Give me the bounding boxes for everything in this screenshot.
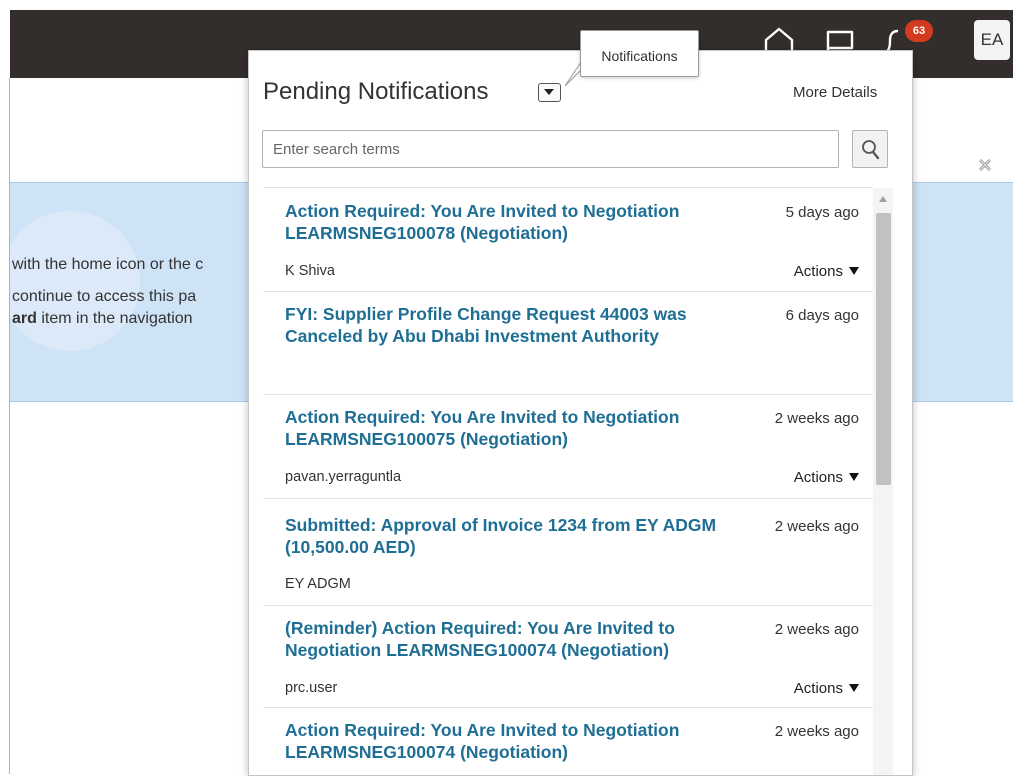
notification-row: Action Required: You Are Invited to Nego… <box>263 708 873 775</box>
title-dropdown-button[interactable] <box>538 83 561 102</box>
pending-notifications-popup: Pending Notifications More Details Actio… <box>248 50 913 776</box>
notification-title[interactable]: Action Required: You Are Invited to Nego… <box>285 200 745 244</box>
notification-time: 2 weeks ago <box>774 621 859 638</box>
notification-title[interactable]: FYI: Supplier Profile Change Request 440… <box>285 303 745 347</box>
popup-title: Pending Notifications <box>263 78 489 105</box>
close-icon[interactable] <box>978 158 992 172</box>
notification-sender: prc.user <box>285 680 338 696</box>
notification-row: (Reminder) Action Required: You Are Invi… <box>263 606 873 708</box>
search-input[interactable] <box>262 130 839 168</box>
notification-row: FYI: Supplier Profile Change Request 440… <box>263 291 873 395</box>
notification-title[interactable]: Action Required: You Are Invited to Nego… <box>285 719 745 763</box>
notification-sender: EY ADGM <box>285 576 351 592</box>
notification-row: Action Required: You Are Invited to Nego… <box>263 395 873 499</box>
notification-sender: K Shiva <box>285 263 335 279</box>
notification-title[interactable]: Action Required: You Are Invited to Nego… <box>285 406 745 450</box>
notification-title[interactable]: Submitted: Approval of Invoice 1234 from… <box>285 514 745 558</box>
notification-row: Action Required: You Are Invited to Nego… <box>263 188 873 292</box>
actions-menu-button[interactable]: Actions <box>794 469 859 486</box>
caret-down-icon <box>849 473 859 481</box>
scroll-up-arrow-icon[interactable] <box>879 196 887 202</box>
banner-bold-fragment: ard <box>12 310 37 327</box>
search-icon <box>862 140 880 160</box>
actions-menu-button[interactable]: Actions <box>794 263 859 280</box>
scroll-thumb[interactable] <box>876 213 891 485</box>
more-details-link[interactable]: More Details <box>793 84 877 101</box>
actions-menu-button[interactable]: Actions <box>794 680 859 697</box>
user-avatar[interactable]: EA <box>974 20 1010 60</box>
notification-time: 2 weeks ago <box>774 723 859 740</box>
notification-time: 5 days ago <box>785 204 859 221</box>
actions-label: Actions <box>793 680 843 697</box>
notifications-scrollbar[interactable] <box>873 188 893 775</box>
caret-down-icon <box>849 267 859 275</box>
notifications-list: Action Required: You Are Invited to Nego… <box>263 187 873 775</box>
caret-down-icon <box>849 684 859 692</box>
actions-label: Actions <box>793 263 843 280</box>
banner-decoration <box>10 211 140 351</box>
banner-line-3: ard item in the navigation <box>12 310 193 328</box>
notification-time: 2 weeks ago <box>774 410 859 427</box>
notification-count-badge: 63 <box>905 20 933 42</box>
search-button[interactable] <box>852 130 888 168</box>
notification-time: 2 weeks ago <box>774 518 859 535</box>
notifications-tooltip: Notifications <box>580 30 699 77</box>
banner-line-3-text: item in the navigation <box>41 310 193 327</box>
banner-line-1: with the home icon or the c <box>12 256 204 273</box>
notification-row: Submitted: Approval of Invoice 1234 from… <box>263 499 873 606</box>
banner-line-2: continue to access this pa <box>12 288 197 305</box>
notification-time: 6 days ago <box>785 307 859 324</box>
actions-label: Actions <box>793 469 843 486</box>
notification-title[interactable]: (Reminder) Action Required: You Are Invi… <box>285 617 755 661</box>
notification-sender: pavan.yerraguntla <box>285 469 402 485</box>
